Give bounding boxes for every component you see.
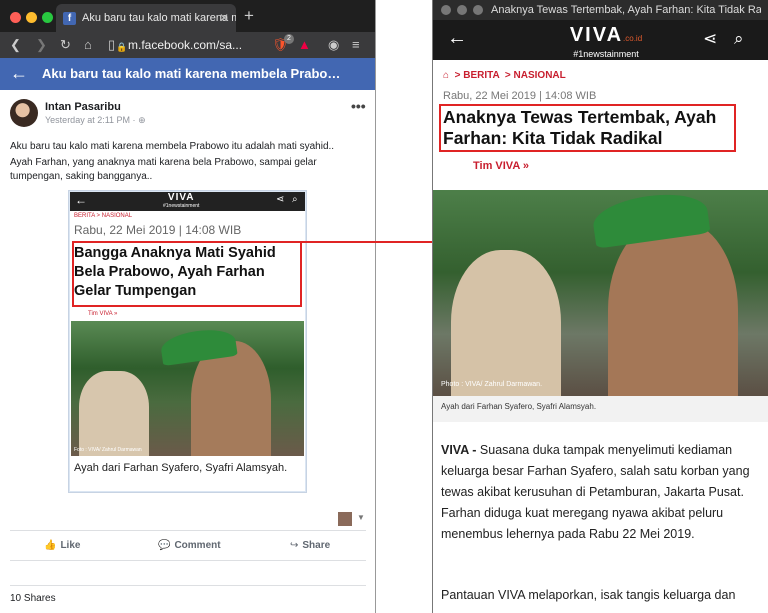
- tab-title: Aku baru tau kalo mati karena m: [82, 12, 236, 24]
- share-icon[interactable]: ⋖: [703, 29, 717, 49]
- more-options-icon[interactable]: •••: [351, 98, 366, 114]
- embed-breadcrumb: BERITA > NASIONAL: [74, 213, 133, 219]
- embed-body: BERITA > NASIONAL Rabu, 22 Mei 2019 | 14…: [70, 211, 305, 491]
- divider: [10, 560, 366, 561]
- home-icon[interactable]: ⌂: [84, 36, 92, 54]
- zoom-window-button[interactable]: [473, 5, 483, 15]
- bookmark-icon[interactable]: ▯: [108, 36, 115, 54]
- account-icon[interactable]: ◉: [328, 36, 339, 54]
- close-window-button[interactable]: [441, 5, 451, 15]
- article-photo: Photo : VIVA/ Zahrul Darmawan.: [433, 190, 768, 396]
- new-tab-icon[interactable]: +: [244, 6, 254, 26]
- like-icon: 👍: [44, 540, 57, 551]
- article-headline: Anaknya Tewas Tertembak, Ayah Farhan: Ki…: [443, 107, 717, 148]
- close-window-button[interactable]: [10, 12, 21, 23]
- facebook-icon: f: [63, 12, 76, 25]
- photo-man: [608, 220, 738, 396]
- zoom-window-button[interactable]: [42, 12, 53, 23]
- article-date: Rabu, 22 Mei 2019 | 14:08 WIB: [443, 90, 597, 102]
- shield-count-badge: 2: [284, 34, 294, 44]
- embed-caption: Ayah dari Farhan Syafero, Syafri Alamsya…: [74, 462, 288, 474]
- menu-icon[interactable]: ≡: [352, 36, 360, 54]
- post-author[interactable]: Intan Pasaribu: [45, 101, 121, 113]
- viva-logo[interactable]: VIVA.co.id #1newstainment: [551, 25, 661, 59]
- facebook-browser-window: f Aku baru tau kalo mati karena m ✕ + ❮ …: [0, 0, 376, 613]
- embed-author: Tim VIVA »: [88, 311, 118, 317]
- search-icon[interactable]: ⌕: [734, 29, 744, 49]
- divider: [10, 530, 366, 531]
- header-title: Aku baru tau kalo mati karena membela Pr…: [42, 66, 342, 81]
- facebook-header: ← Aku baru tau kalo mati karena membela …: [0, 58, 375, 90]
- post-text-1: Aku baru tau kalo mati karena membela Pr…: [10, 141, 335, 152]
- share-icon: ↪: [290, 540, 299, 551]
- viva-logo: VIVA #1newstainment: [163, 192, 200, 210]
- embed-photo: Foto : VIVA/ Zahrul Darmawan: [71, 321, 304, 456]
- embed-header: ← VIVA #1newstainment ⋖ ⌕: [70, 192, 305, 211]
- forward-icon[interactable]: ❯: [36, 36, 47, 54]
- share-count[interactable]: 10 Shares: [10, 593, 56, 604]
- minimize-window-button[interactable]: [457, 5, 467, 15]
- home-icon[interactable]: ⌂: [443, 70, 449, 81]
- minimize-window-button[interactable]: [26, 12, 37, 23]
- embed-back-icon: ←: [75, 193, 87, 207]
- breadcrumb-berita[interactable]: BERITA: [463, 70, 499, 81]
- embed-date: Rabu, 22 Mei 2019 | 14:08 WIB: [74, 223, 242, 237]
- embed-photo-credit: Foto : VIVA/ Zahrul Darmawan: [74, 447, 142, 453]
- photo-woman: [451, 250, 561, 396]
- embed-search-icon: ⌕: [292, 194, 298, 205]
- photo-woman: [79, 371, 149, 456]
- viva-header: ← VIVA.co.id #1newstainment ⋖ ⌕: [433, 20, 768, 60]
- reaction-dropdown-icon[interactable]: ▼: [357, 513, 365, 522]
- post-timestamp[interactable]: Yesterday at 2:11 PM · ⊕: [45, 115, 146, 126]
- embedded-screenshot[interactable]: ← VIVA #1newstainment ⋖ ⌕ BERITA > NASION…: [68, 190, 307, 493]
- embed-share-icon: ⋖: [276, 194, 285, 205]
- address-bar[interactable]: m.facebook.com/sa...: [128, 35, 268, 55]
- connector-line: [300, 241, 452, 243]
- breadcrumb-nasional[interactable]: NASIONAL: [514, 70, 566, 81]
- viva-article-window: Anaknya Tewas Tertembak, Ayah Farhan: Ki…: [432, 0, 768, 613]
- breadcrumb: ⌂ > BERITA > NASIONAL: [443, 70, 566, 81]
- photo-credit: Photo : VIVA/ Zahrul Darmawan.: [441, 381, 543, 388]
- back-arrow-icon[interactable]: ←: [10, 63, 28, 84]
- embed-headline: Bangga Anaknya Mati Syahid Bela Prabowo,…: [74, 245, 276, 299]
- globe-icon: ⊕: [138, 115, 146, 125]
- close-tab-icon[interactable]: ✕: [219, 4, 229, 32]
- browser-toolbar: ❮ ❯ ↻ ⌂ ▯ 🔒 m.facebook.com/sa... 🛡 2 ▲ ◉…: [0, 32, 375, 58]
- back-arrow-icon[interactable]: ←: [447, 27, 467, 50]
- browser-tab-bar: f Aku baru tau kalo mati karena m ✕ +: [0, 0, 375, 32]
- divider: [10, 585, 366, 586]
- back-icon[interactable]: ❮: [10, 36, 21, 54]
- brave-rewards-icon[interactable]: ▲: [298, 36, 311, 54]
- browser-tab[interactable]: f Aku baru tau kalo mati karena m ✕: [56, 4, 236, 32]
- comment-button[interactable]: 💬 Comment: [158, 540, 221, 551]
- share-button[interactable]: ↪ Share: [290, 540, 330, 551]
- article-paragraph-1: VIVA - Suasana duka tampak menyelimuti k…: [441, 443, 750, 541]
- reaction-avatar[interactable]: [338, 512, 352, 526]
- photo-caption: Ayah dari Farhan Syafero, Syafri Alamsya…: [441, 402, 597, 411]
- like-button[interactable]: 👍 Like: [44, 540, 80, 551]
- comment-icon: 💬: [158, 540, 171, 551]
- post-text-2: Ayah Farhan, yang anaknya mati karena be…: [10, 157, 317, 182]
- article-paragraph-2: Pantauan VIVA melaporkan, isak tangis ke…: [441, 588, 736, 602]
- reload-icon[interactable]: ↻: [60, 36, 71, 54]
- article-author[interactable]: Tim VIVA »: [473, 160, 529, 172]
- window-title-bar: Anaknya Tewas Tertembak, Ayah Farhan: Ki…: [433, 0, 768, 20]
- window-title: Anaknya Tewas Tertembak, Ayah Farhan: Ki…: [491, 4, 761, 16]
- lock-icon: 🔒: [116, 42, 128, 52]
- avatar[interactable]: [10, 99, 38, 127]
